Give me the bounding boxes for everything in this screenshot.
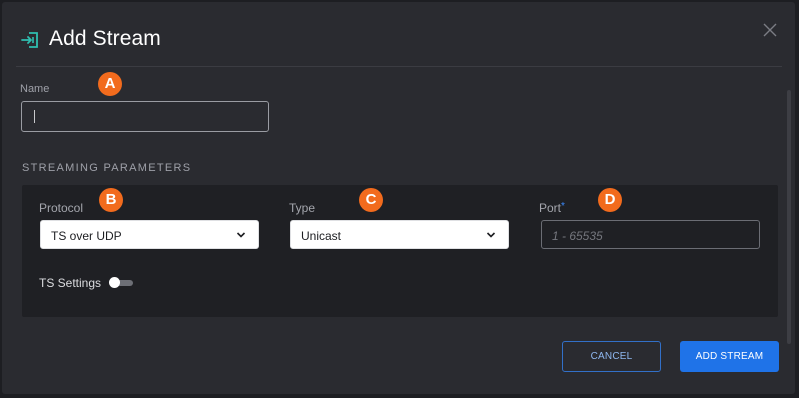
name-input[interactable] [21,101,269,132]
header-divider [16,66,782,67]
chevron-down-icon [486,232,496,238]
dialog-title: Add Stream [49,27,161,50]
type-label: Type [289,201,316,215]
close-icon[interactable] [762,22,778,38]
dialog-scrollbar[interactable] [787,90,791,344]
badge-c: C [359,188,383,212]
ts-settings-toggle[interactable] [109,277,133,288]
badge-b: B [99,188,123,212]
add-stream-button[interactable]: ADD STREAM [680,341,779,372]
streaming-parameters-panel [22,185,778,317]
chevron-down-icon [236,232,246,238]
badge-d: D [598,188,622,212]
type-select[interactable]: Unicast [290,220,509,249]
streaming-parameters-title: STREAMING PARAMETERS [22,162,192,174]
name-label: Name [20,83,50,95]
stream-input-icon [21,32,38,48]
required-marker: * [561,201,565,212]
port-label-text: Port [539,201,562,215]
toggle-knob [109,277,120,288]
protocol-select[interactable]: TS over UDP [40,220,259,249]
add-stream-dialog: Add Stream Name A STREAMING PARAMETERS P… [2,2,795,394]
ts-settings-label: TS Settings [39,276,102,290]
cancel-button[interactable]: CANCEL [562,341,661,372]
type-value: Unicast [301,229,342,243]
badge-a: A [98,72,122,96]
port-label: Port* [539,201,565,215]
port-input[interactable]: 1 - 65535 [541,220,760,249]
port-placeholder: 1 - 65535 [552,229,603,243]
text-cursor [34,110,35,123]
protocol-value: TS over UDP [51,229,122,243]
protocol-label: Protocol [39,201,84,215]
